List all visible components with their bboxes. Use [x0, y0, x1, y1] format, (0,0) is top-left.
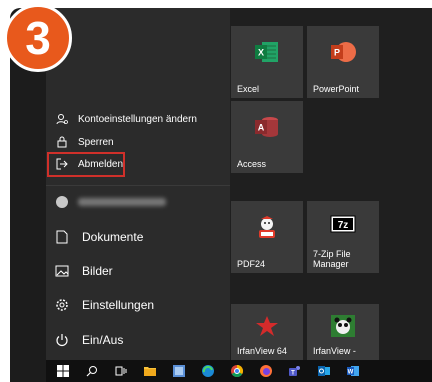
tile-pdf24[interactable]: PDF24: [231, 201, 303, 273]
teams-icon[interactable]: T: [284, 360, 306, 382]
edge-icon[interactable]: [197, 360, 219, 382]
powerpoint-icon: P: [330, 40, 356, 66]
search-icon[interactable]: [81, 360, 103, 382]
sidebar-item-settings[interactable]: Einstellungen: [54, 294, 154, 316]
tile-label: PowerPoint: [313, 84, 360, 94]
gear-icon: [54, 298, 70, 312]
sidebar-item-label: Bilder: [82, 264, 113, 278]
pictures-icon: [54, 265, 70, 277]
chrome-icon[interactable]: [226, 360, 248, 382]
tile-label: Access: [237, 159, 267, 169]
sidebar-item-label: Dokumente: [82, 230, 144, 244]
account-settings-icon: [54, 113, 70, 125]
windows-start-icon[interactable]: [52, 360, 74, 382]
sidebar-item-label: Einstellungen: [82, 298, 155, 312]
document-icon: [54, 230, 70, 244]
svg-text:7z: 7z: [338, 220, 349, 231]
menu-item-account-settings[interactable]: Kontoeinstellungen ändern: [54, 111, 197, 127]
power-icon: [54, 333, 70, 347]
user-avatar-icon: [54, 196, 70, 208]
access-icon: A: [254, 115, 280, 141]
word-icon[interactable]: W: [342, 360, 364, 382]
sidebar-item-documents[interactable]: Dokumente: [54, 226, 143, 248]
menu-item-label: Kontoeinstellungen ändern: [78, 113, 197, 125]
svg-text:X: X: [258, 48, 264, 58]
task-view-icon[interactable]: [110, 360, 132, 382]
step-badge: 3: [4, 4, 72, 72]
sidebar-item-label: Ein/Aus: [82, 333, 124, 347]
menu-item-lock[interactable]: Sperren: [54, 134, 114, 150]
tile-irfanview-thumbnails[interactable]: IrfanView -: [307, 304, 379, 360]
pdf24-icon: [254, 215, 280, 243]
tile-label: PDF24: [237, 259, 266, 269]
lock-icon: [54, 136, 70, 148]
sidebar-item-pictures[interactable]: Bilder: [54, 260, 113, 282]
tile-label: Excel: [237, 84, 260, 94]
tile-excel[interactable]: X Excel: [231, 26, 303, 98]
irfanview-icon: [254, 314, 280, 340]
divider: [46, 185, 230, 186]
tile-irfanview-64[interactable]: IrfanView 64: [231, 304, 303, 360]
user-account-button[interactable]: [54, 194, 166, 210]
tile-label: IrfanView -: [313, 346, 356, 356]
tile-7zip[interactable]: 7z 7-Zip File Manager: [307, 201, 379, 273]
control-panel-icon[interactable]: [168, 360, 190, 382]
7zip-icon: 7z: [330, 215, 356, 235]
menu-item-label: Sperren: [78, 136, 114, 148]
svg-text:A: A: [258, 123, 265, 133]
svg-text:P: P: [334, 48, 340, 58]
irfanview-thumbnails-icon: [330, 314, 356, 340]
sidebar-item-power[interactable]: Ein/Aus: [54, 329, 123, 351]
step-number: 3: [25, 12, 51, 64]
firefox-icon[interactable]: [255, 360, 277, 382]
file-explorer-icon[interactable]: [139, 360, 161, 382]
tile-label: IrfanView 64: [237, 346, 287, 356]
highlight-box: [47, 152, 125, 177]
tile-access[interactable]: A Access: [231, 101, 303, 173]
svg-text:T: T: [291, 371, 295, 377]
excel-icon: X: [254, 40, 280, 66]
svg-text:W: W: [348, 370, 354, 376]
outlook-icon[interactable]: [313, 360, 335, 382]
tile-label: 7-Zip File Manager: [313, 249, 351, 269]
tile-powerpoint[interactable]: P PowerPoint: [307, 26, 379, 98]
taskbar: T W: [46, 360, 432, 382]
user-name-blurred: [78, 198, 166, 206]
